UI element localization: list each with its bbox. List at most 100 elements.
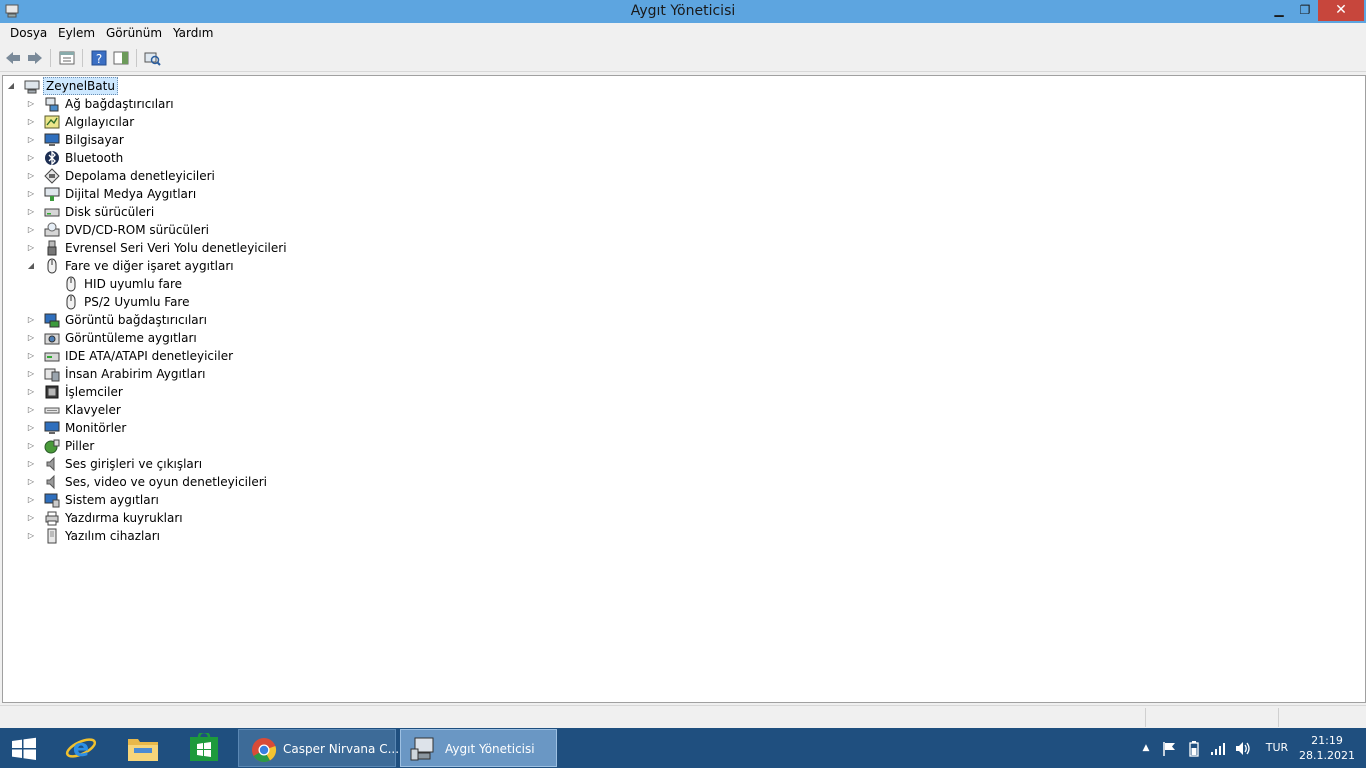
monitor-icon (44, 421, 60, 434)
tree-category[interactable]: ▷ Algılayıcılar (26, 113, 1363, 131)
tree-category[interactable]: ◢ Fare ve diğer işaret aygıtları (26, 257, 1363, 275)
tree-category[interactable]: ▷ Depolama denetleyicileri (26, 167, 1363, 185)
tree-category[interactable]: ▷ İnsan Arabirim Aygıtları (26, 365, 1363, 383)
back-arrow-icon[interactable] (4, 49, 22, 67)
usb-icon (47, 240, 57, 256)
tree-category[interactable]: ▷ Yazdırma kuyrukları (26, 509, 1363, 527)
tree-root-computer[interactable]: ◢ ZeynelBatu (6, 77, 1363, 95)
tree-category[interactable]: ▷ Görüntü bağdaştırıcıları (26, 311, 1363, 329)
help-icon[interactable]: ? (90, 49, 108, 67)
tree-device[interactable]: HID uyumlu fare (45, 275, 1363, 293)
battery-power-icon[interactable] (1186, 740, 1202, 757)
tree-category[interactable]: ▷ Ses girişleri ve çıkışları (26, 455, 1363, 473)
expand-arrow-icon[interactable]: ▷ (26, 311, 36, 329)
clock-date: 28.1.2021 (1299, 749, 1355, 762)
status-divider (1145, 708, 1146, 727)
tree-node-label: DVD/CD-ROM sürücüleri (65, 223, 210, 237)
expand-arrow-icon[interactable]: ▷ (26, 419, 36, 437)
tree-node-label: IDE ATA/ATAPI denetleyiciler (65, 349, 234, 363)
maximize-button[interactable]: ❐ (1292, 0, 1318, 21)
action-pane-icon[interactable] (112, 49, 130, 67)
minimize-button[interactable]: ▁ (1266, 0, 1292, 21)
tree-category[interactable]: ▷ Piller (26, 437, 1363, 455)
expand-arrow-icon[interactable]: ▷ (26, 329, 36, 347)
expand-arrow-icon[interactable]: ▷ (26, 203, 36, 221)
tree-category[interactable]: ▷ Evrensel Seri Veri Yolu denetleyicileri (26, 239, 1363, 257)
scan-hardware-icon[interactable] (143, 49, 161, 67)
tree-category[interactable]: ▷ Monitörler (26, 419, 1363, 437)
expand-arrow-icon[interactable]: ▷ (26, 401, 36, 419)
collapse-arrow-icon[interactable]: ◢ (6, 77, 16, 95)
tree-node-label: Klavyeler (65, 403, 121, 417)
tree-category[interactable]: ▷ Klavyeler (26, 401, 1363, 419)
tree-category[interactable]: ▷ IDE ATA/ATAPI denetleyiciler (26, 347, 1363, 365)
tree-node-label: Disk sürücüleri (65, 205, 155, 219)
tree-node-label: HID uyumlu fare (84, 277, 183, 291)
expand-arrow-icon[interactable]: ▷ (26, 221, 36, 239)
menu-view[interactable]: Görünüm (106, 23, 162, 44)
expand-arrow-icon[interactable]: ▷ (26, 113, 36, 131)
expand-arrow-icon[interactable]: ▷ (26, 473, 36, 491)
computer-monitor-icon (44, 133, 60, 146)
close-button[interactable]: ✕ (1318, 0, 1364, 21)
menu-bar: Dosya Eylem Görünüm Yardım (0, 23, 1366, 44)
dvd-drive-icon (44, 222, 60, 237)
show-hidden-icons-button[interactable]: ▲ (1139, 728, 1153, 768)
tree-node-label: Ağ bağdaştırıcıları (65, 97, 174, 111)
expand-arrow-icon[interactable]: ▷ (26, 347, 36, 365)
expand-arrow-icon[interactable]: ▷ (26, 509, 36, 527)
tree-category[interactable]: ▷ Yazılım cihazları (26, 527, 1363, 545)
expand-arrow-icon[interactable]: ▷ (26, 527, 36, 545)
menu-file[interactable]: Dosya (10, 23, 47, 44)
volume-icon[interactable] (1234, 740, 1251, 757)
speaker-icon (46, 474, 55, 490)
tree-category[interactable]: ▷ Dijital Medya Aygıtları (26, 185, 1363, 203)
action-center-flag-icon[interactable] (1162, 741, 1178, 757)
tree-category[interactable]: ▷ Bilgisayar (26, 131, 1363, 149)
expand-arrow-icon[interactable]: ▷ (26, 185, 36, 203)
expand-arrow-icon[interactable]: ▷ (26, 437, 36, 455)
store-icon[interactable] (188, 733, 220, 763)
menu-action[interactable]: Eylem (58, 23, 95, 44)
tree-node-label: Monitörler (65, 421, 127, 435)
system-clock[interactable]: 21:19 28.1.2021 (1296, 733, 1358, 763)
start-icon[interactable] (10, 737, 38, 761)
tree-node-label: İşlemciler (65, 385, 123, 399)
input-language-indicator[interactable]: TUR (1262, 728, 1292, 768)
device-manager-icon (410, 737, 434, 761)
expand-arrow-icon[interactable]: ▷ (26, 383, 36, 401)
expand-arrow-icon[interactable]: ▷ (26, 491, 36, 509)
tree-node-label: Depolama denetleyicileri (65, 169, 215, 183)
file-explorer-icon[interactable] (126, 733, 160, 763)
taskbar-item-chrome[interactable]: Casper Nirvana C... (238, 729, 399, 767)
clock-time: 21:19 (1311, 734, 1343, 747)
internet-explorer-icon[interactable]: e (64, 732, 98, 764)
expand-arrow-icon[interactable]: ▷ (26, 167, 36, 185)
tree-category[interactable]: ▷ Görüntüleme aygıtları (26, 329, 1363, 347)
collapse-arrow-icon[interactable]: ◢ (26, 257, 36, 275)
tree-category[interactable]: ▷ Bluetooth (26, 149, 1363, 167)
expand-arrow-icon[interactable]: ▷ (26, 455, 36, 473)
expand-arrow-icon[interactable]: ▷ (26, 95, 36, 113)
forward-arrow-icon[interactable] (26, 49, 44, 67)
menu-help[interactable]: Yardım (173, 23, 213, 44)
tree-category[interactable]: ▷ Ses, video ve oyun denetleyicileri (26, 473, 1363, 491)
expand-arrow-icon[interactable]: ▷ (26, 365, 36, 383)
network-signal-icon[interactable] (1210, 741, 1227, 756)
expand-arrow-icon[interactable]: ▷ (26, 131, 36, 149)
expand-arrow-icon[interactable]: ▷ (26, 239, 36, 257)
expand-arrow-icon[interactable]: ▷ (26, 149, 36, 167)
tree-category[interactable]: ▷ Disk sürücüleri (26, 203, 1363, 221)
sensor-icon (44, 115, 60, 129)
taskbar-item-device-manager[interactable]: Aygıt Yöneticisi (400, 729, 557, 767)
tree-node-label: Bilgisayar (65, 133, 124, 147)
tree-category[interactable]: ▷ Sistem aygıtları (26, 491, 1363, 509)
tree-node-label: Dijital Medya Aygıtları (65, 187, 197, 201)
tree-category[interactable]: ▷ DVD/CD-ROM sürücüleri (26, 221, 1363, 239)
properties-icon[interactable] (58, 49, 76, 67)
display-adapter-icon (44, 313, 60, 328)
toolbar: ? (0, 44, 1366, 72)
tree-category[interactable]: ▷ İşlemciler (26, 383, 1363, 401)
tree-category[interactable]: ▷ Ağ bağdaştırıcıları (26, 95, 1363, 113)
tree-device[interactable]: PS/2 Uyumlu Fare (45, 293, 1363, 311)
